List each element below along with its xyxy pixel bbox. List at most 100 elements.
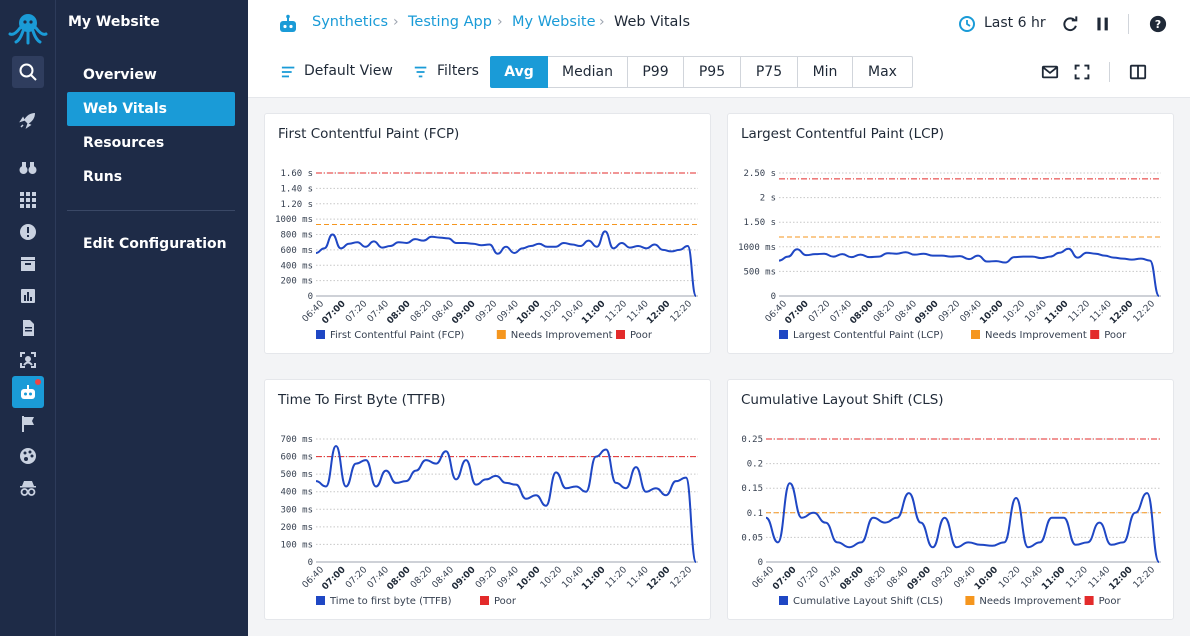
bar-chart-icon[interactable]	[12, 280, 44, 312]
legend-swatch	[1084, 596, 1094, 605]
y-tick-label: 800 ms	[280, 231, 313, 241]
legend-swatch	[965, 596, 975, 605]
spy-icon[interactable]	[12, 472, 44, 504]
legend-swatch	[779, 330, 788, 339]
x-tick-label: 12:20	[1132, 299, 1158, 325]
y-tick-label: 2 s	[760, 194, 776, 204]
x-tick-label: 07:00	[320, 299, 347, 326]
lcp-chart-card: Largest Contentful Paint (LCP) 0 500 ms 10…	[727, 113, 1174, 354]
y-tick-label: 600 ms	[280, 453, 313, 463]
x-tick-label: 10:00	[515, 565, 542, 592]
y-tick-label: 1000 ms	[738, 243, 776, 253]
breadcrumb-separator: ›	[393, 14, 399, 30]
y-tick-label: 0.2	[747, 460, 763, 470]
legend-swatch	[480, 596, 489, 605]
notification-dot	[34, 378, 42, 386]
breadcrumb-synthetics[interactable]: Synthetics	[312, 14, 388, 30]
x-tick-label: 09:00	[450, 299, 477, 326]
agg-p99[interactable]: P99	[628, 56, 684, 88]
fcp-chart-card: First Contentful Paint (FCP) 0 200 ms 400 …	[264, 113, 711, 354]
scan-icon[interactable]	[12, 344, 44, 376]
search-icon[interactable]	[12, 56, 44, 88]
sidebar-item-web-vitals[interactable]: Web Vitals	[67, 92, 235, 126]
x-tick-label: 10:20	[997, 565, 1023, 591]
legend-label: Poor	[1104, 330, 1127, 341]
sidebar-item-overview[interactable]: Overview	[67, 58, 235, 92]
palette-icon[interactable]	[12, 440, 44, 472]
pause-icon[interactable]	[1093, 14, 1113, 34]
x-tick-label: 08:00	[385, 565, 412, 592]
legend-swatch	[779, 596, 788, 605]
binoculars-icon[interactable]	[12, 152, 44, 184]
legend-label: First Contentful Paint (FCP)	[330, 330, 464, 341]
x-tick-label: 09:00	[913, 299, 940, 326]
agg-avg[interactable]: Avg	[490, 56, 548, 88]
sidebar-item-resources[interactable]: Resources	[67, 126, 235, 160]
y-tick-label: 700 ms	[280, 435, 313, 445]
y-tick-label: 400 ms	[280, 488, 313, 498]
y-tick-label: 0.05	[741, 533, 763, 543]
filters-icon[interactable]	[412, 63, 430, 81]
legend-swatch	[316, 596, 325, 605]
y-tick-label: 0	[758, 558, 763, 568]
toolbar-divider	[1128, 14, 1129, 34]
default-view-button[interactable]: Default View	[304, 63, 393, 79]
ttfb-chart-card: Time To First Byte (TTFB) 0 100 ms 200 ms 3…	[264, 379, 711, 620]
x-tick-label: 08:00	[838, 565, 865, 592]
x-tick-label: 11:00	[580, 299, 607, 326]
x-tick-label: 09:00	[450, 565, 477, 592]
x-tick-label: 11:20	[1064, 565, 1090, 591]
legend-label: Poor	[494, 596, 517, 607]
breadcrumb-separator: ›	[599, 14, 605, 30]
site-title: My Website	[68, 14, 160, 30]
flag-icon[interactable]	[12, 408, 44, 440]
x-tick-label: 12:20	[669, 299, 695, 325]
x-tick-label: 10:00	[978, 299, 1005, 326]
x-tick-label: 08:20	[872, 299, 898, 325]
agg-max[interactable]: Max	[853, 56, 913, 88]
y-tick-label: 200 ms	[280, 277, 313, 287]
sidebar-item-runs[interactable]: Runs	[67, 160, 235, 194]
x-tick-label: 12:00	[645, 565, 672, 592]
help-icon[interactable]: ?	[1148, 14, 1168, 34]
agg-min[interactable]: Min	[798, 56, 853, 88]
robot-icon[interactable]	[12, 376, 44, 408]
fullscreen-icon[interactable]	[1072, 62, 1092, 82]
default-view-icon[interactable]	[280, 63, 298, 81]
svg-text:?: ?	[1155, 18, 1161, 31]
refresh-icon[interactable]	[1060, 14, 1080, 34]
email-icon[interactable]	[1040, 62, 1060, 82]
breadcrumb-current: Web Vitals	[614, 14, 691, 30]
time-range-label[interactable]: Last 6 hr	[984, 15, 1046, 31]
agg-p75[interactable]: P75	[741, 56, 798, 88]
agg-median[interactable]: Median	[548, 56, 628, 88]
inbox-icon[interactable]	[12, 248, 44, 280]
octopus-logo-icon[interactable]	[8, 10, 48, 46]
y-tick-label: 500 ms	[743, 267, 776, 277]
x-tick-label: 07:20	[344, 565, 370, 591]
filters-button[interactable]: Filters	[437, 63, 479, 79]
alert-icon[interactable]	[12, 216, 44, 248]
document-icon[interactable]	[12, 312, 44, 344]
ttfb-chart: 0 100 ms 200 ms 300 ms 400 ms 500 ms 600 ms 700…	[280, 435, 698, 607]
x-tick-label: 08:00	[848, 299, 875, 326]
breadcrumb-testing-app[interactable]: Testing App	[408, 14, 492, 30]
x-tick-label: 07:20	[796, 565, 822, 591]
breadcrumb-my-website[interactable]: My Website	[512, 14, 596, 30]
x-tick-label: 07:00	[771, 565, 798, 592]
x-tick-label: 08:20	[863, 565, 889, 591]
x-tick-label: 10:20	[1002, 299, 1028, 325]
sidebar-item-edit-configuration[interactable]: Edit Configuration	[67, 227, 235, 261]
x-tick-label: 12:20	[1132, 565, 1158, 591]
clock-icon[interactable]	[958, 15, 976, 33]
series-line	[778, 247, 1160, 297]
legend-swatch	[971, 330, 980, 339]
rocket-icon[interactable]	[12, 104, 44, 136]
split-view-icon[interactable]	[1128, 62, 1148, 82]
y-tick-label: 2.50 s	[743, 169, 776, 179]
cls-chart: 00.050.10.150.20.2506:4007:0007:2007:400…	[741, 435, 1161, 607]
x-tick-label: 12:00	[645, 299, 672, 326]
grid-icon[interactable]	[12, 184, 44, 216]
x-tick-label: 09:20	[930, 565, 956, 591]
agg-p95[interactable]: P95	[684, 56, 741, 88]
